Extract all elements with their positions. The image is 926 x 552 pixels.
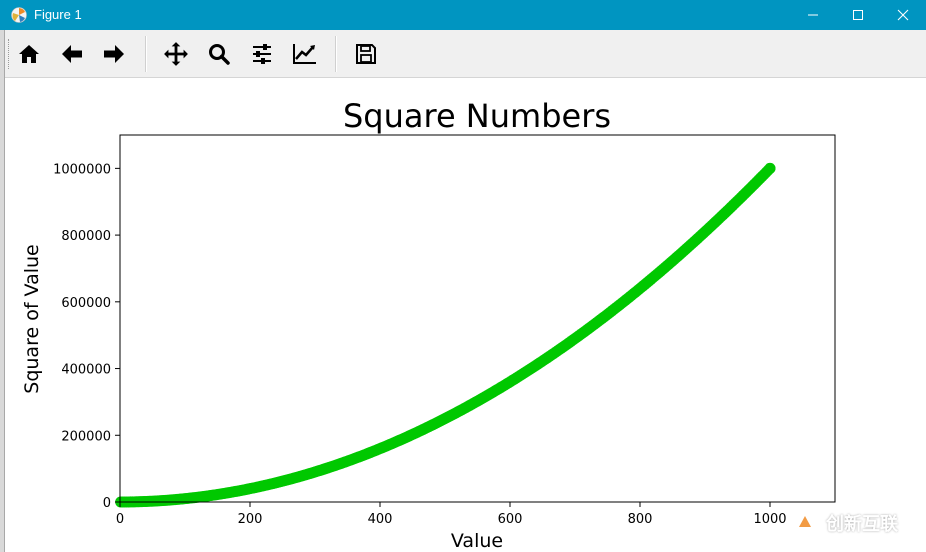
y-tick-label: 400000 [61, 363, 111, 378]
minimize-icon [808, 14, 818, 16]
scatter-chart: Square Numbers 0 200 400 600 800 1000 0 200000… [21, 97, 836, 552]
toolbar-grip[interactable] [8, 39, 9, 69]
maximize-button[interactable] [835, 0, 881, 30]
watermark-logo-icon [790, 508, 820, 538]
data-points [115, 162, 776, 508]
pan-button[interactable] [162, 40, 190, 68]
y-tick-label: 600000 [61, 296, 111, 311]
arrow-right-icon [104, 45, 124, 63]
window-title: Figure 1 [34, 7, 82, 22]
x-tick-label: 800 [628, 512, 653, 527]
floppy-disk-icon [356, 44, 376, 64]
x-axis: 0 200 400 600 800 1000 [116, 502, 787, 527]
edit-axes-button[interactable] [291, 40, 319, 68]
navigation-toolbar [5, 30, 926, 78]
watermark: 创新互联 [790, 505, 920, 541]
maximize-icon [853, 10, 863, 20]
y-tick-label: 0 [103, 496, 111, 511]
close-icon [897, 9, 909, 21]
home-button[interactable] [15, 40, 43, 68]
toolbar-separator [335, 36, 337, 72]
x-tick-label: 600 [498, 512, 523, 527]
close-button[interactable] [880, 0, 926, 30]
watermark-text: 创新互联 [826, 514, 898, 535]
x-tick-label: 400 [368, 512, 393, 527]
x-tick-label: 200 [238, 512, 263, 527]
configure-subplots-button[interactable] [248, 40, 276, 68]
y-axis: 0 200000 400000 600000 800000 1000000 [53, 162, 120, 511]
chart-title: Square Numbers [343, 97, 611, 135]
line-chart-icon [293, 44, 316, 64]
forward-button[interactable] [100, 40, 128, 68]
y-axis-label: Square of Value [21, 244, 43, 393]
search-icon [209, 44, 230, 65]
toolbar-separator [145, 36, 147, 72]
y-tick-label: 1000000 [53, 162, 111, 177]
home-icon [19, 45, 39, 63]
move-icon [164, 42, 188, 66]
x-tick-label: 1000 [753, 512, 786, 527]
x-axis-label: Value [451, 530, 503, 552]
window-titlebar: Figure 1 [0, 0, 926, 30]
arrow-left-icon [62, 45, 82, 63]
x-tick-label: 0 [116, 512, 124, 527]
y-tick-label: 200000 [61, 429, 111, 444]
back-button[interactable] [58, 40, 86, 68]
sliders-icon [253, 44, 271, 64]
y-tick-label: 800000 [61, 229, 111, 244]
minimize-button[interactable] [790, 0, 836, 30]
data-point [764, 162, 776, 174]
zoom-button[interactable] [205, 40, 233, 68]
save-button[interactable] [352, 40, 380, 68]
matplotlib-logo-icon [11, 7, 27, 23]
plot-area [119, 134, 836, 503]
